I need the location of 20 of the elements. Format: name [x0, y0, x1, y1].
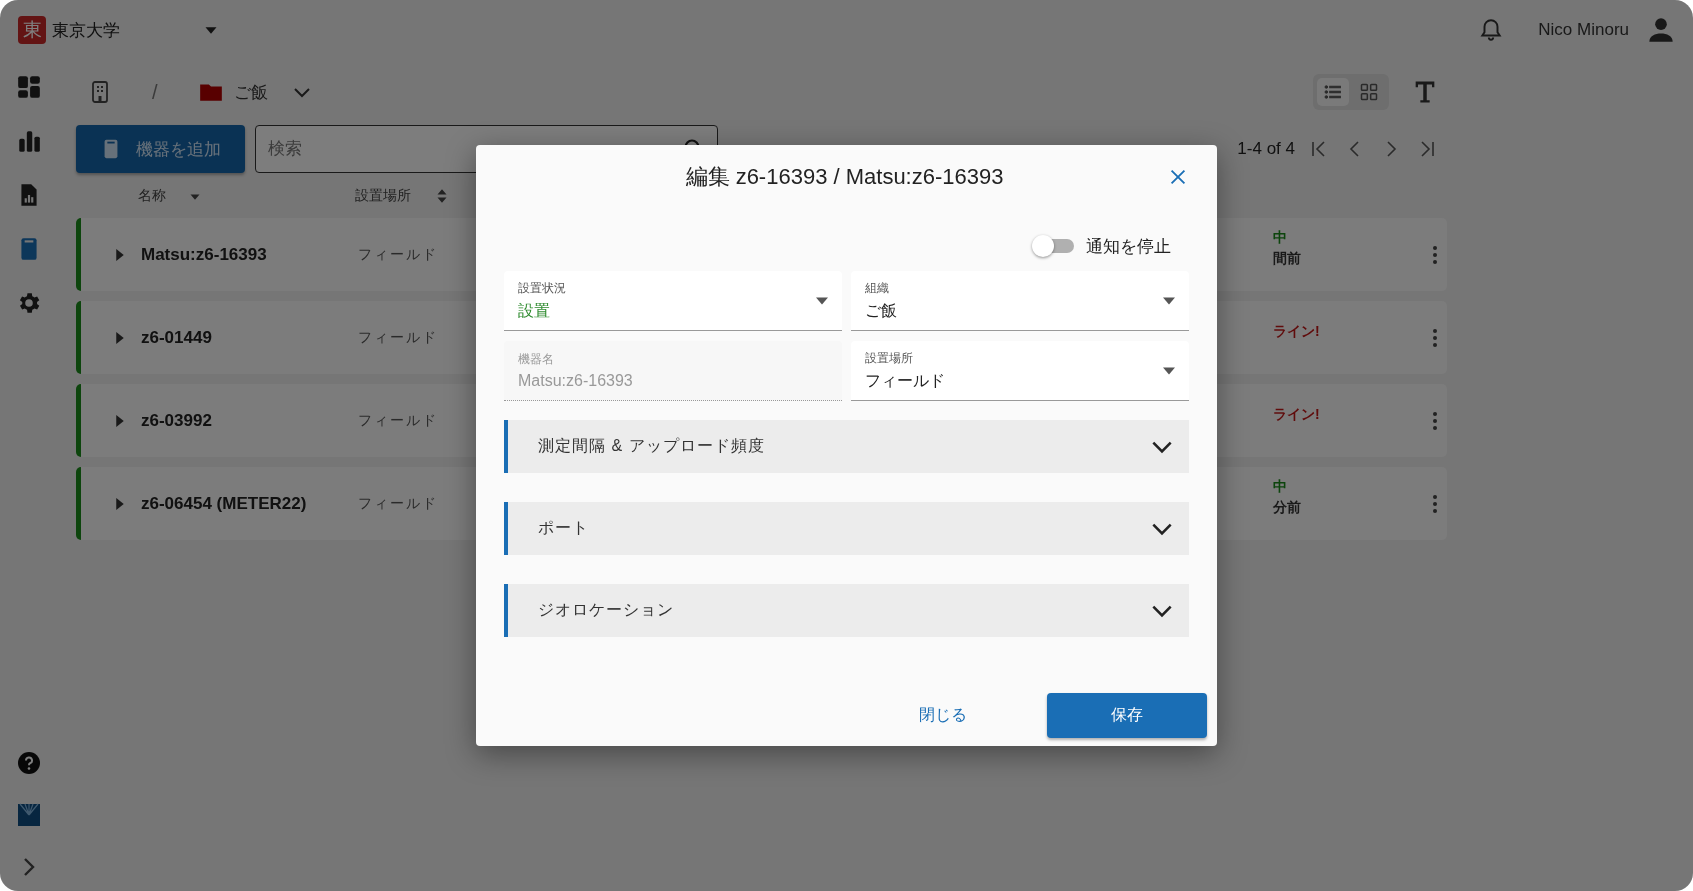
last-seen-text: 間前	[1273, 250, 1302, 268]
pagination-range: 1-4 of 4	[1237, 139, 1295, 159]
device-location: フィールド	[358, 328, 438, 347]
device-location: フィールド	[358, 494, 438, 513]
breadcrumb-separator: /	[152, 80, 158, 104]
last-seen-text: 分前	[1273, 499, 1302, 517]
device-status: 中	[1273, 478, 1288, 496]
device-location: フィールド	[358, 411, 438, 430]
organization-logo: 東	[18, 16, 46, 44]
device-status: ライン!	[1273, 405, 1321, 424]
device-name: Matsu:z6-16393	[141, 244, 268, 265]
device-name: z6-03992	[141, 410, 213, 431]
organization-name: 東京大学	[52, 19, 120, 42]
device-location: フィールド	[358, 245, 438, 264]
device-status: 中	[1273, 229, 1288, 247]
device-name: z6-06454 (METER22)	[141, 493, 308, 514]
user-name: Nico Minoru	[1538, 20, 1629, 40]
toggle-label: 通知を停止	[1086, 235, 1171, 258]
device-status: ライン!	[1273, 322, 1321, 341]
device-name: z6-01449	[141, 327, 213, 348]
